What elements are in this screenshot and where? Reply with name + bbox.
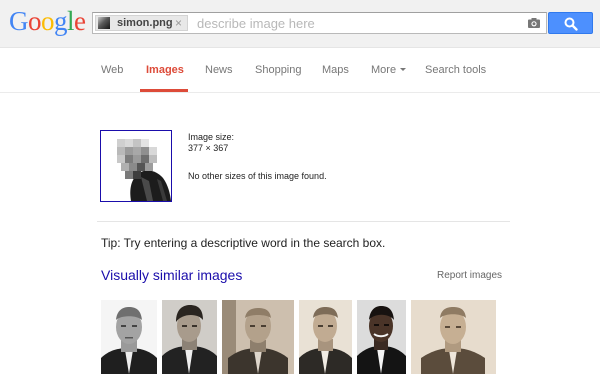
- active-tab-indicator: [140, 89, 188, 92]
- tab-images[interactable]: Images: [146, 64, 184, 77]
- tab-shopping[interactable]: Shopping: [255, 64, 302, 77]
- query-image-picture: [101, 131, 171, 201]
- logo-letter: l: [67, 6, 75, 36]
- header-bar: Google simon.png ×: [0, 0, 600, 48]
- search-icon: [564, 17, 578, 31]
- image-size-label: Image size:: [188, 132, 235, 142]
- portrait-picture: [411, 300, 496, 374]
- chip-close-icon[interactable]: ×: [175, 16, 182, 30]
- logo-letter: o: [28, 6, 42, 36]
- tab-more[interactable]: More: [371, 64, 407, 77]
- visually-similar-heading[interactable]: Visually similar images: [101, 267, 242, 283]
- similar-image-3[interactable]: [222, 300, 294, 374]
- chip-filename: simon.png: [117, 17, 173, 29]
- similar-image-2[interactable]: [162, 300, 217, 374]
- tab-web[interactable]: Web: [101, 64, 123, 77]
- portrait-picture: [162, 300, 217, 374]
- portrait-picture: [101, 300, 157, 374]
- portrait-picture: [357, 300, 406, 374]
- tab-more-label: More: [371, 64, 397, 76]
- similar-image-4[interactable]: [299, 300, 352, 374]
- portrait-picture: [222, 300, 294, 374]
- similar-image-1[interactable]: [101, 300, 157, 374]
- search-box[interactable]: simon.png ×: [92, 12, 547, 34]
- similar-image-5[interactable]: [357, 300, 406, 374]
- search-tip: Tip: Try entering a descriptive word in …: [101, 236, 386, 250]
- other-sizes-text: No other sizes of this image found.: [188, 171, 327, 181]
- search-button[interactable]: [548, 12, 593, 34]
- divider: [97, 221, 510, 222]
- query-image-chip[interactable]: simon.png ×: [95, 15, 188, 31]
- query-image-thumbnail[interactable]: [100, 130, 172, 202]
- tab-maps[interactable]: Maps: [322, 64, 349, 77]
- search-nav: Web Images News Shopping Maps More Searc…: [0, 48, 600, 93]
- logo-letter: e: [74, 6, 86, 36]
- caret-down-icon: [400, 68, 407, 71]
- similar-image-6[interactable]: [411, 300, 496, 374]
- camera-icon[interactable]: [527, 16, 541, 30]
- logo-letter: o: [41, 6, 55, 36]
- tab-news[interactable]: News: [205, 64, 233, 77]
- image-size-value: 377 × 367: [188, 143, 229, 153]
- tab-search-tools[interactable]: Search tools: [425, 64, 486, 77]
- portrait-picture: [299, 300, 352, 374]
- logo-letter: g: [54, 6, 68, 36]
- search-input[interactable]: [197, 15, 517, 31]
- google-logo[interactable]: Google: [9, 6, 86, 36]
- logo-letter: G: [9, 6, 29, 36]
- report-images-link[interactable]: Report images: [437, 270, 502, 282]
- chip-thumbnail: [98, 17, 110, 29]
